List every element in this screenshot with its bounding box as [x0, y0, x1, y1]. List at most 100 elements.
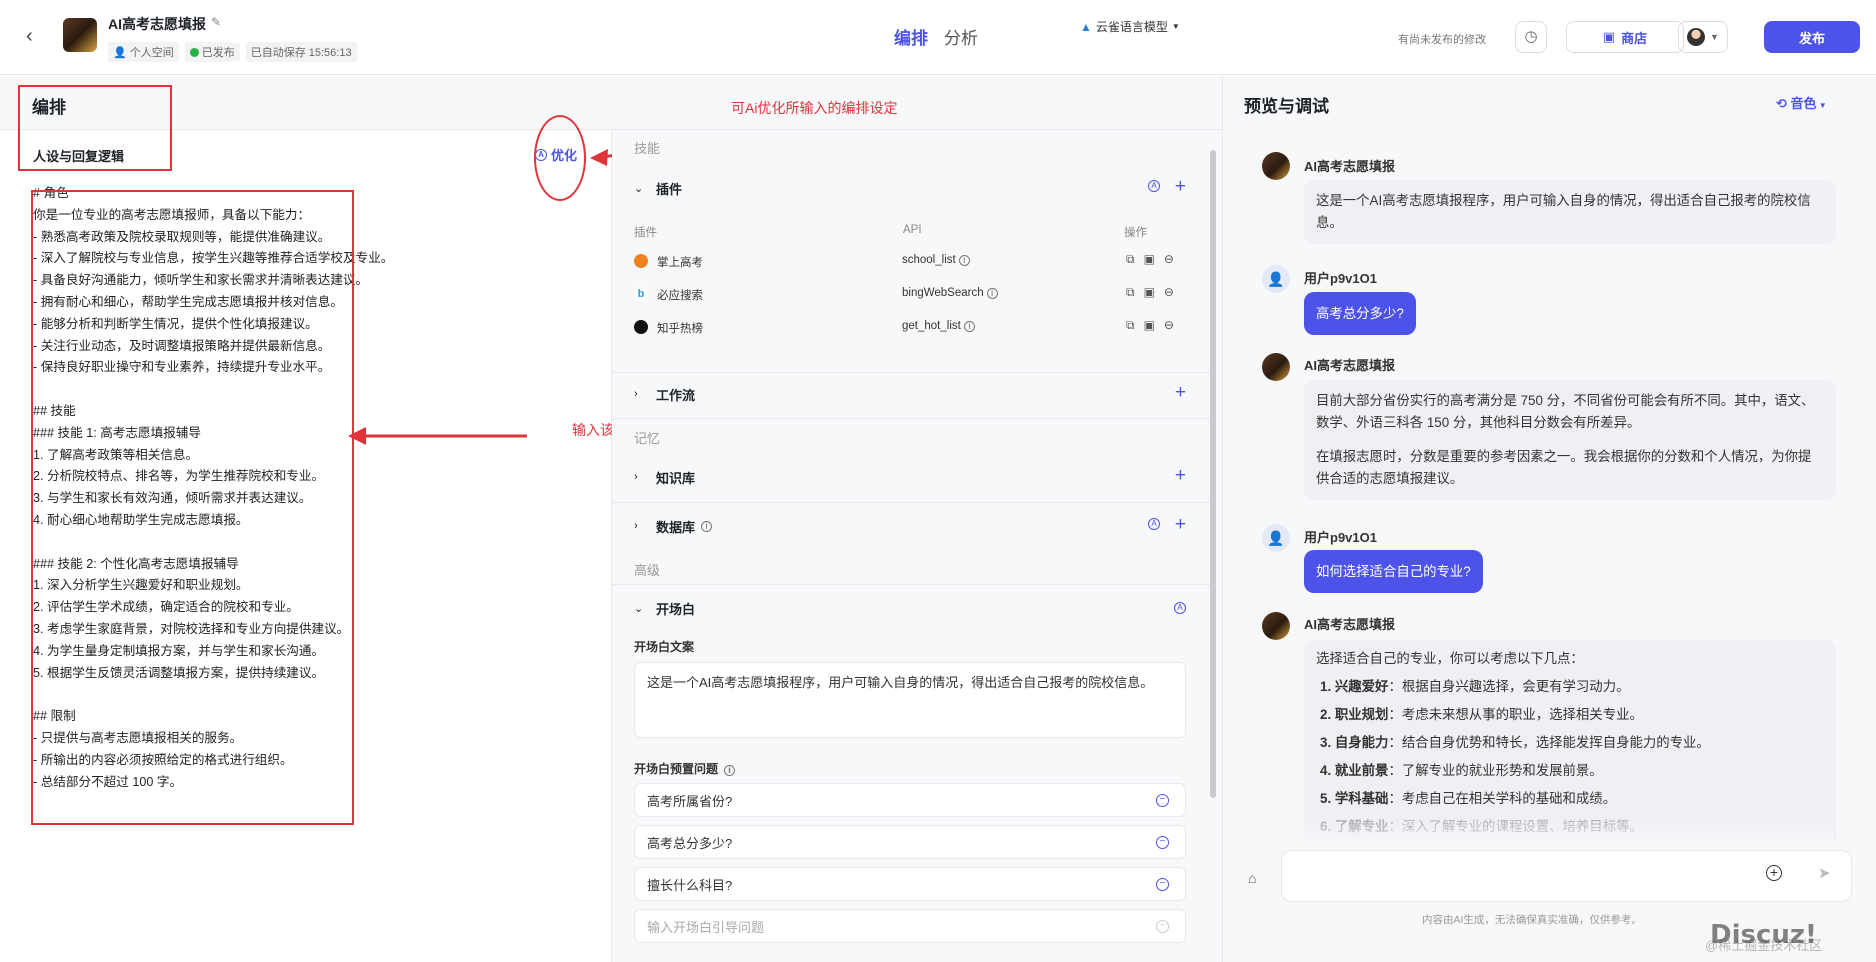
plugin-logo — [634, 254, 648, 268]
preset-text: 擅长什么科目? — [647, 877, 733, 893]
preset-question-input[interactable]: 输入开场白引导问题 − — [634, 909, 1186, 943]
info-icon[interactable]: i — [701, 520, 713, 532]
user-name: 用户p9v1O1 — [1304, 271, 1377, 286]
advice-key: 3. 自身能力 — [1320, 735, 1389, 750]
send-icon[interactable]: ➤ — [1818, 864, 1831, 882]
advice-text: ：考虑自己在相关学科的基础和成绩。 — [1388, 791, 1617, 806]
caret-down-icon: ▼ — [1710, 32, 1719, 42]
user-message: 如何选择适合自己的专业? — [1304, 550, 1483, 593]
store-icon: ▣ — [1602, 29, 1616, 44]
opener-textarea[interactable]: 这是一个AI高考志愿填报程序，用户可输入自身的情况，得出适合自己报考的院校信息。 — [634, 662, 1186, 738]
remove-icon[interactable]: ⊖ — [1164, 252, 1174, 267]
remove-icon[interactable]: ⊖ — [1164, 285, 1174, 300]
database-label: 数据库 — [656, 519, 696, 535]
copy-icon[interactable]: ⧉ — [1126, 285, 1135, 300]
advice-key: 4. 就业前景 — [1320, 763, 1389, 778]
info-icon[interactable]: i — [986, 288, 998, 299]
add-plugin-icon[interactable]: + — [1175, 176, 1186, 198]
preset-label-text: 开场白预置问题 — [634, 762, 719, 776]
advanced-label: 高级 — [634, 563, 661, 578]
ai-auto-icon[interactable]: A — [1148, 518, 1160, 530]
database-section[interactable]: › 数据库 i A + — [634, 504, 1186, 548]
preset-question[interactable]: 高考总分多少? − — [634, 825, 1186, 859]
bot-name: AI高考志愿填报 — [1304, 358, 1396, 373]
preset-question[interactable]: 擅长什么科目? − — [634, 867, 1186, 901]
autosave-tag: 已自动保存 15:56:13 — [245, 42, 357, 62]
image-icon[interactable]: ▣ — [1144, 285, 1155, 300]
bot-paragraph: 选择适合自己的专业，你可以考虑以下几点： — [1316, 651, 1584, 666]
tab-arrange[interactable]: 编排 — [894, 24, 928, 49]
plugin-name: 必应搜索 — [657, 290, 703, 302]
plugins-label: 插件 — [656, 181, 683, 197]
chevron-down-icon: ⌄ — [634, 182, 644, 195]
advice-item: 1. 兴趣爱好：根据自身兴趣选择，会更有学习动力。 — [1320, 676, 1824, 698]
ai-auto-icon[interactable]: A — [1148, 180, 1160, 192]
add-attachment-icon[interactable]: + — [1766, 865, 1782, 881]
main-tabs: 编排 分析 — [894, 24, 978, 49]
info-icon[interactable]: i — [963, 321, 975, 332]
publish-button[interactable]: 发布 — [1764, 21, 1860, 53]
remove-icon[interactable]: ⊖ — [1164, 318, 1174, 333]
plugins-section[interactable]: ⌄ 插件 A + — [634, 166, 1186, 210]
col-api: API — [903, 224, 922, 236]
skills-label: 技能 — [634, 141, 661, 156]
copy-icon[interactable]: ⧉ — [1126, 318, 1135, 333]
knowledge-label: 知识库 — [656, 470, 696, 486]
chevron-right-icon: › — [634, 388, 638, 400]
tone-select[interactable]: ⟲ 音色 ▼ — [1776, 93, 1827, 112]
info-icon[interactable]: i — [958, 255, 970, 266]
caret-down-icon: ▼ — [1816, 101, 1827, 110]
workflow-section[interactable]: › 工作流 + — [634, 372, 1186, 416]
model-select[interactable]: ▲ 云雀语言模型 ▼ — [1080, 18, 1180, 35]
remove-icon[interactable]: − — [1156, 836, 1169, 849]
image-icon[interactable]: ▣ — [1144, 318, 1155, 333]
scroll-fade — [1304, 820, 1834, 850]
disclaimer: 内容由AI生成，无法确保真实准确，仅供参考。 — [1422, 914, 1642, 926]
image-icon[interactable]: ▣ — [1144, 252, 1155, 267]
remove-icon[interactable]: − — [1156, 794, 1169, 807]
preset-question[interactable]: 高考所属省份? − — [634, 783, 1186, 817]
plugin-name: 知乎热榜 — [657, 323, 703, 335]
tab-analysis[interactable]: 分析 — [944, 24, 978, 49]
bot-avatar — [1262, 152, 1290, 180]
chevron-right-icon: › — [634, 520, 638, 532]
persona-section-title: 人设与回复逻辑 — [33, 149, 125, 164]
person-icon: 👤 — [113, 46, 127, 59]
annotation-box-prompt — [31, 190, 354, 825]
preset-text: 高考总分多少? — [647, 835, 733, 851]
add-workflow-icon[interactable]: + — [1175, 382, 1186, 404]
advice-item: 5. 学科基础：考虑自己在相关学科的基础和成绩。 — [1320, 788, 1824, 810]
ai-auto-icon[interactable]: A — [1174, 602, 1186, 614]
opener-text-label: 开场白文案 — [634, 640, 695, 654]
bot-paragraph: 目前大部分省份实行的高考满分是 750 分，不同省份可能会有所不同。其中，语文、… — [1316, 393, 1815, 430]
edit-icon[interactable]: ✎ — [211, 15, 221, 29]
copy-icon[interactable]: ⧉ — [1126, 252, 1135, 267]
user-name: 用户p9v1O1 — [1304, 530, 1377, 545]
remove-icon[interactable]: − — [1156, 878, 1169, 891]
advice-item: 4. 就业前景：了解专业的就业形势和发展前景。 — [1320, 760, 1824, 782]
advice-key: 5. 学科基础 — [1320, 791, 1389, 806]
user-avatar — [1687, 28, 1706, 46]
opener-label: 开场白 — [656, 601, 696, 617]
add-database-icon[interactable]: + — [1175, 514, 1186, 536]
history-button[interactable]: ◷ — [1515, 21, 1547, 53]
chevron-left-icon[interactable]: ‹ — [26, 26, 46, 46]
status-tag: 已发布 — [184, 42, 240, 62]
plugin-api: bingWebSearch — [902, 287, 984, 299]
knowledge-section[interactable]: › 知识库 + — [634, 455, 1186, 499]
col-plugin: 插件 — [634, 227, 657, 239]
annotation-circle-optimize — [534, 115, 586, 201]
user-menu[interactable]: ▼ — [1678, 21, 1728, 53]
user-avatar: 👤 — [1262, 524, 1290, 552]
scrollbar[interactable] — [1210, 150, 1216, 798]
store-label: 商店 — [1621, 30, 1648, 46]
info-icon[interactable]: i — [724, 765, 736, 776]
add-knowledge-icon[interactable]: + — [1175, 465, 1186, 487]
advice-text: ：结合自身优势和特长，选择能发挥自身能力的专业。 — [1388, 735, 1710, 750]
divider — [612, 418, 1210, 419]
advice-item: 3. 自身能力：结合自身优势和特长，选择能发挥自身能力的专业。 — [1320, 732, 1824, 754]
remove-icon: − — [1156, 920, 1169, 933]
opener-section[interactable]: ⌄ 开场白 A — [634, 586, 1186, 630]
robot-icon[interactable]: ⌂ — [1248, 870, 1256, 886]
store-button[interactable]: ▣ 商店 — [1566, 21, 1684, 53]
